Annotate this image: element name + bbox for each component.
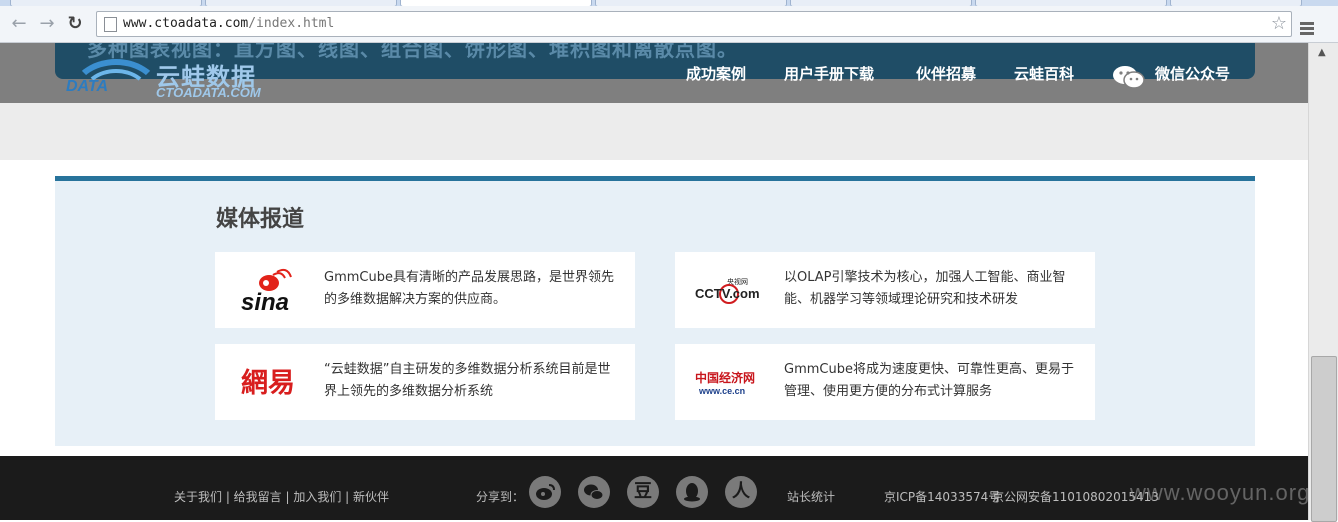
nav-success-cases[interactable]: 成功案例 xyxy=(686,63,746,84)
nav-wiki[interactable]: 云蛙百科 xyxy=(1014,63,1074,84)
site-header: 多种图表视图：直方图、线图、组合图、饼形图、堆积图和离散点图。 DATA 云蛙数… xyxy=(0,43,1308,103)
media-card-163[interactable]: 網易 “云蛙数据”自主研发的多维数据分析系统目前是世界上领先的多维数据分析系统 xyxy=(215,344,635,420)
ce-logo-url: www.ce.cn xyxy=(698,386,745,396)
wechat-icon[interactable] xyxy=(1112,65,1146,89)
forward-button[interactable]: → xyxy=(36,13,58,35)
page-viewport: 多种图表视图：直方图、线图、组合图、饼形图、堆积图和离散点图。 DATA 云蛙数… xyxy=(0,43,1308,520)
media-card-ce[interactable]: 中国经济网 www.ce.cn GmmCube将成为速度更快、可靠性更高、更易于… xyxy=(675,344,1095,420)
netease-logo: 網易 xyxy=(241,367,295,399)
cctv-logo: 央视网 CCTV.com xyxy=(695,277,760,304)
qq-icon[interactable] xyxy=(676,476,708,508)
url-text[interactable]: www.ctoadata.com/index.html xyxy=(123,16,334,31)
icp-number[interactable]: 京ICP备14033574号 xyxy=(884,488,1000,505)
media-card-text: 以OLAP引擎技术为核心，加强人工智能、商业智能、机器学习等领域理论研究和技术研… xyxy=(784,270,1066,307)
renren-icon[interactable]: 人 xyxy=(725,476,757,508)
scroll-up-icon[interactable]: ▲ xyxy=(1318,47,1326,58)
vertical-scrollbar[interactable]: ▲ xyxy=(1308,43,1338,522)
ce-logo-text: 中国经济网 xyxy=(695,370,755,385)
douban-icon[interactable]: 豆 xyxy=(627,476,659,508)
share-label: 分享到： xyxy=(476,490,525,504)
netease-logo-text: 網易 xyxy=(241,367,295,399)
sina-logo-text: sina xyxy=(241,289,289,314)
address-bar[interactable]: www.ctoadata.com/index.html ☆ xyxy=(96,11,1292,37)
media-card-cctv[interactable]: 央视网 CCTV.com 以OLAP引擎技术为核心，加强人工智能、商业智能、机器… xyxy=(675,252,1095,328)
cctv-logo-text: CCTV.com xyxy=(695,286,760,301)
logo-brand-en: CTOADATA.COM xyxy=(156,85,261,100)
nav-partner-recruit[interactable]: 伙伴招募 xyxy=(916,63,976,84)
site-logo[interactable]: DATA 云蛙数据 CTOADATA.COM xyxy=(60,55,280,101)
star-icon[interactable]: ☆ xyxy=(1271,13,1287,34)
browser-toolbar: ← → ↻ www.ctoadata.com/index.html ☆ xyxy=(0,6,1338,43)
media-card-text: GmmCube具有清晰的产品发展思路，是世界领先的多维数据解决方案的供应商。 xyxy=(324,270,614,307)
stats-link[interactable]: 站长统计 xyxy=(787,488,835,505)
media-card-text: “云蛙数据”自主研发的多维数据分析系统目前是世界上领先的多维数据分析系统 xyxy=(324,362,611,399)
logo-data-text: DATA xyxy=(66,78,109,95)
media-section: 媒体报道 sina GmmCube具有清晰的产品发展思路，是世界领先的多维数据解… xyxy=(55,176,1255,446)
arrow-right-icon: → xyxy=(39,13,55,34)
site-footer: 关于我们 | 给我留言 | 加入我们 | 新伙伴 分享到： 豆 人 站长统计 京… xyxy=(0,456,1308,520)
nav-manual-download[interactable]: 用户手册下载 xyxy=(784,63,874,84)
arrow-left-icon: ← xyxy=(11,13,27,34)
spacer-band xyxy=(0,103,1308,160)
footer-links[interactable]: 关于我们 | 给我留言 | 加入我们 | 新伙伴 xyxy=(174,488,389,505)
ce-logo: 中国经济网 www.ce.cn xyxy=(695,370,755,396)
reload-button[interactable]: ↻ xyxy=(64,13,86,35)
section-title: 媒体报道 xyxy=(216,207,305,232)
page-icon xyxy=(104,17,117,32)
back-button[interactable]: ← xyxy=(8,13,30,35)
scrollbar-thumb[interactable] xyxy=(1311,356,1337,522)
watermark: www.wooyun.org xyxy=(1130,480,1311,505)
wechat-share-icon[interactable] xyxy=(578,476,610,508)
weibo-icon[interactable] xyxy=(529,476,561,508)
reload-icon: ↻ xyxy=(67,13,83,34)
menu-icon[interactable] xyxy=(1300,22,1314,37)
sina-logo: sina xyxy=(241,268,292,314)
media-card-sina[interactable]: sina GmmCube具有清晰的产品发展思路，是世界领先的多维数据解决方案的供… xyxy=(215,252,635,328)
nav-wechat-account[interactable]: 微信公众号 xyxy=(1155,63,1230,84)
media-card-text: GmmCube将成为速度更快、可靠性更高、更易于管理、使用更方便的分布式计算服务 xyxy=(784,362,1074,399)
